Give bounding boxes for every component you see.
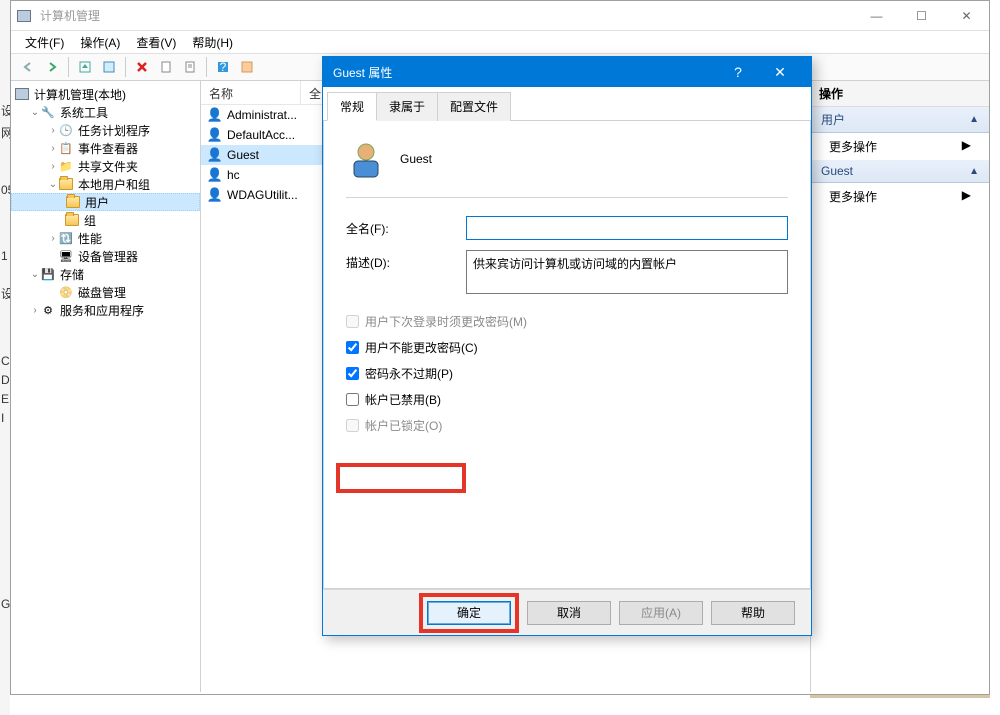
highlight-disabled-checkbox — [336, 463, 466, 493]
check-never-expire[interactable]: 密码永不过期(P) — [346, 360, 788, 386]
back-button[interactable] — [17, 56, 39, 78]
tree-performance[interactable]: ›🔃性能 — [11, 229, 200, 247]
menubar: 文件(F) 操作(A) 查看(V) 帮助(H) — [11, 31, 989, 53]
close-button[interactable]: ✕ — [944, 1, 989, 31]
help-button[interactable]: 帮助 — [711, 601, 795, 625]
tree-system-tools[interactable]: ⌄🔧系统工具 — [11, 103, 200, 121]
chevron-right-icon: ▶ — [962, 138, 971, 155]
minimize-button[interactable]: — — [854, 1, 899, 31]
divider — [346, 197, 788, 198]
user-icon: 👤 — [207, 127, 223, 143]
actions-section-user[interactable]: 用户▲ — [811, 107, 989, 133]
description-label: 描述(D): — [346, 250, 466, 271]
chevron-right-icon: ▶ — [962, 188, 971, 205]
dialog-titlebar[interactable]: Guest 属性 ? ✕ — [323, 57, 811, 87]
actions-panel: 操作 用户▲ 更多操作▶ Guest▲ 更多操作▶ — [811, 81, 989, 692]
user-icon: 👤 — [207, 167, 223, 183]
tree-groups[interactable]: 组 — [11, 211, 200, 229]
tree-local-users-groups[interactable]: ⌄本地用户和组 — [11, 175, 200, 193]
tree-shared-folders[interactable]: ›📁共享文件夹 — [11, 157, 200, 175]
up-button[interactable] — [74, 56, 96, 78]
user-icon: 👤 — [207, 147, 223, 163]
tab-member-of[interactable]: 隶属于 — [376, 92, 438, 121]
fullname-input[interactable] — [466, 216, 788, 240]
tree-disk-mgmt[interactable]: 📀磁盘管理 — [11, 283, 200, 301]
cropped-left-edge: 设 网 05 1 设 C D E I G — [0, 0, 10, 715]
dialog-close-button[interactable]: ✕ — [759, 57, 801, 87]
maximize-button[interactable]: ☐ — [899, 1, 944, 31]
properties-button[interactable] — [98, 56, 120, 78]
menu-view[interactable]: 查看(V) — [130, 32, 182, 53]
tree-storage[interactable]: ⌄💾存储 — [11, 265, 200, 283]
check-never-expire-box[interactable] — [346, 367, 359, 380]
window-title: 计算机管理 — [40, 7, 100, 24]
svg-text:?: ? — [220, 60, 227, 74]
check-cant-change[interactable]: 用户不能更改密码(C) — [346, 334, 788, 360]
titlebar[interactable]: 计算机管理 — ☐ ✕ — [11, 1, 989, 31]
check-locked-box — [346, 419, 359, 432]
tree-root[interactable]: 计算机管理(本地) — [11, 85, 200, 103]
guest-properties-dialog: Guest 属性 ? ✕ 常规 隶属于 配置文件 Guest 全名(F): 描述… — [322, 56, 812, 636]
ok-button[interactable]: 确定 — [427, 601, 511, 625]
app-icon — [17, 10, 31, 22]
highlight-ok-button: 确定 — [419, 593, 519, 633]
collapse-icon: ▲ — [969, 114, 979, 125]
tab-general[interactable]: 常规 — [327, 92, 377, 121]
col-name-header[interactable]: 名称 — [201, 81, 301, 104]
actions-more-user[interactable]: 更多操作▶ — [811, 133, 989, 160]
user-icon: 👤 — [207, 107, 223, 123]
tree-device-manager[interactable]: 🖥设备管理器 — [11, 247, 200, 265]
description-input[interactable] — [466, 250, 788, 294]
cancel-button[interactable]: 取消 — [527, 601, 611, 625]
dialog-title: Guest 属性 — [333, 64, 392, 81]
actions-section-guest[interactable]: Guest▲ — [811, 160, 989, 183]
tree-services-apps[interactable]: ›⚙服务和应用程序 — [11, 301, 200, 319]
view-button[interactable] — [236, 56, 258, 78]
help-button[interactable]: ? — [212, 56, 234, 78]
tree-event-viewer[interactable]: ›📋事件查看器 — [11, 139, 200, 157]
menu-file[interactable]: 文件(F) — [19, 32, 70, 53]
check-disabled[interactable]: 帐户已禁用(B) — [346, 386, 788, 412]
menu-action[interactable]: 操作(A) — [74, 32, 126, 53]
menu-help[interactable]: 帮助(H) — [186, 32, 239, 53]
tree-panel[interactable]: 计算机管理(本地) ⌄🔧系统工具 ›🕒任务计划程序 ›📋事件查看器 ›📁共享文件… — [11, 81, 201, 692]
delete-button[interactable] — [131, 56, 153, 78]
user-icon: 👤 — [207, 187, 223, 203]
page2-button[interactable] — [179, 56, 201, 78]
forward-button[interactable] — [41, 56, 63, 78]
actions-title: 操作 — [811, 81, 989, 107]
dialog-tabs: 常规 隶属于 配置文件 — [323, 87, 811, 121]
dialog-body: Guest 全名(F): 描述(D): 用户下次登录时须更改密码(M) 用户不能… — [323, 121, 811, 589]
page1-button[interactable] — [155, 56, 177, 78]
check-disabled-box[interactable] — [346, 393, 359, 406]
check-locked: 帐户已锁定(O) — [346, 412, 788, 438]
tree-task-scheduler[interactable]: ›🕒任务计划程序 — [11, 121, 200, 139]
check-next-login: 用户下次登录时须更改密码(M) — [346, 308, 788, 334]
check-next-login-box — [346, 315, 359, 328]
actions-more-guest[interactable]: 更多操作▶ — [811, 183, 989, 210]
dialog-footer: 确定 取消 应用(A) 帮助 — [323, 589, 811, 635]
check-cant-change-box[interactable] — [346, 341, 359, 354]
tree-users[interactable]: 用户 — [11, 193, 200, 211]
user-name-display: Guest — [400, 152, 432, 166]
collapse-icon: ▲ — [969, 166, 979, 177]
apply-button: 应用(A) — [619, 601, 703, 625]
fullname-label: 全名(F): — [346, 216, 466, 237]
user-large-icon — [346, 139, 386, 179]
tab-profile[interactable]: 配置文件 — [437, 92, 511, 121]
dialog-help-button[interactable]: ? — [717, 57, 759, 87]
